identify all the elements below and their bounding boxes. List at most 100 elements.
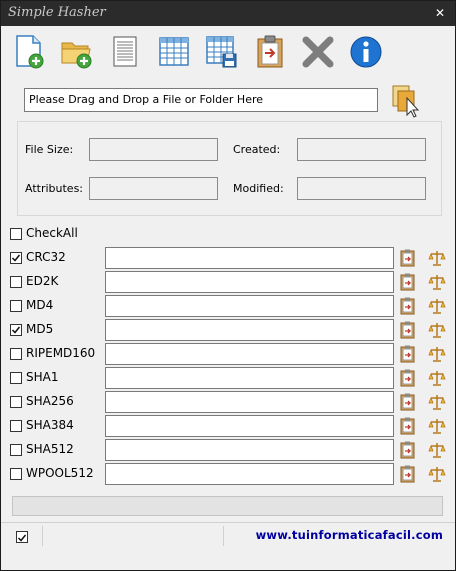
hash-row: SHA256 <box>10 391 450 413</box>
copy-icon[interactable] <box>400 345 416 363</box>
website-link[interactable]: www.tuinformaticafacil.com <box>256 528 443 542</box>
table-view-button[interactable] <box>157 34 191 70</box>
hash-row: SHA1 <box>10 367 450 389</box>
hash-row: WPOOL512 <box>10 463 450 485</box>
md4-output-field[interactable] <box>105 295 394 317</box>
table-icon <box>159 37 189 66</box>
checkall-label[interactable]: CheckAll <box>26 226 78 240</box>
wpool512-checkbox[interactable] <box>10 468 22 480</box>
copy-icon[interactable] <box>400 393 416 411</box>
md5-label[interactable]: MD5 <box>26 322 53 336</box>
created-label: Created: <box>233 143 281 156</box>
status-separator <box>42 526 43 546</box>
sha384-checkbox[interactable] <box>10 420 22 432</box>
sha1-output-field[interactable] <box>105 367 394 389</box>
compare-scale-icon[interactable] <box>428 393 446 411</box>
ripemd160-checkbox[interactable] <box>10 348 22 360</box>
save-table-button[interactable] <box>205 34 239 70</box>
wpool512-label[interactable]: WPOOL512 <box>26 466 94 480</box>
hash-row: SHA384 <box>10 415 450 437</box>
sha1-checkbox[interactable] <box>10 372 22 384</box>
sha512-output-field[interactable] <box>105 439 394 461</box>
md4-checkbox[interactable] <box>10 300 22 312</box>
crc32-label[interactable]: CRC32 <box>26 250 66 264</box>
text-report-button[interactable] <box>108 34 142 70</box>
compare-scale-icon[interactable] <box>428 273 446 291</box>
progress-bar <box>12 496 443 516</box>
created-field <box>297 138 426 161</box>
crc32-checkbox[interactable] <box>10 252 22 264</box>
copy-icon[interactable] <box>400 321 416 339</box>
sha384-label[interactable]: SHA384 <box>26 418 74 432</box>
sha256-label[interactable]: SHA256 <box>26 394 74 408</box>
attributes-label: Attributes: <box>25 182 84 195</box>
paste-clipboard-button[interactable] <box>253 34 287 70</box>
md5-checkbox[interactable] <box>10 324 22 336</box>
checkall-row: CheckAll <box>10 223 450 245</box>
crc32-output-field[interactable] <box>105 247 394 269</box>
sha1-label[interactable]: SHA1 <box>26 370 58 384</box>
md4-label[interactable]: MD4 <box>26 298 53 312</box>
hash-row: MD4 <box>10 295 450 317</box>
file-size-label: File Size: <box>25 143 74 156</box>
copy-icon[interactable] <box>400 273 416 291</box>
clipboard-icon <box>257 35 283 68</box>
drag-drop-icon[interactable] <box>390 84 424 118</box>
copy-icon[interactable] <box>400 465 416 483</box>
md5-output-field[interactable] <box>105 319 394 341</box>
clear-button[interactable] <box>301 34 335 70</box>
modified-label: Modified: <box>233 182 284 195</box>
ed2k-output-field[interactable] <box>105 271 394 293</box>
copy-icon[interactable] <box>400 441 416 459</box>
app-window: Simple Hasher ✕ Please Drag and Drop a F… <box>0 0 456 571</box>
attributes-field <box>89 177 218 200</box>
file-size-field <box>89 138 218 161</box>
copy-icon[interactable] <box>400 249 416 267</box>
close-button[interactable]: ✕ <box>425 1 455 26</box>
compare-scale-icon[interactable] <box>428 465 446 483</box>
hash-row: ED2K <box>10 271 450 293</box>
hash-row: MD5 <box>10 319 450 341</box>
delete-icon <box>302 36 334 68</box>
ripemd160-output-field[interactable] <box>105 343 394 365</box>
ripemd160-label[interactable]: RIPEMD160 <box>26 346 95 360</box>
modified-field <box>297 177 426 200</box>
compare-scale-icon[interactable] <box>428 369 446 387</box>
save-table-icon <box>206 36 237 68</box>
compare-scale-icon[interactable] <box>428 345 446 363</box>
stay-on-top-checkbox[interactable] <box>16 531 28 543</box>
open-folder-button[interactable] <box>60 34 94 70</box>
open-folder-icon <box>61 42 92 69</box>
info-icon <box>350 36 382 68</box>
sha384-output-field[interactable] <box>105 415 394 437</box>
sha256-checkbox[interactable] <box>10 396 22 408</box>
ed2k-label[interactable]: ED2K <box>26 274 58 288</box>
file-info-group: File Size: Created: Attributes: Modified… <box>17 121 442 216</box>
wpool512-output-field[interactable] <box>105 463 394 485</box>
compare-scale-icon[interactable] <box>428 321 446 339</box>
checkall-checkbox[interactable] <box>10 228 22 240</box>
hash-row: CRC32 <box>10 247 450 269</box>
status-bar: www.tuinformaticafacil.com <box>1 522 455 548</box>
sha512-label[interactable]: SHA512 <box>26 442 74 456</box>
hash-row: RIPEMD160 <box>10 343 450 365</box>
compare-scale-icon[interactable] <box>428 297 446 315</box>
new-file-icon <box>16 35 44 69</box>
hash-row: SHA512 <box>10 439 450 461</box>
compare-scale-icon[interactable] <box>428 417 446 435</box>
title-bar[interactable]: Simple Hasher ✕ <box>1 1 455 26</box>
drop-target-field[interactable]: Please Drag and Drop a File or Folder He… <box>24 88 378 112</box>
compare-scale-icon[interactable] <box>428 441 446 459</box>
window-title: Simple Hasher <box>8 5 106 20</box>
new-file-button[interactable] <box>12 34 46 70</box>
copy-icon[interactable] <box>400 297 416 315</box>
ed2k-checkbox[interactable] <box>10 276 22 288</box>
sha256-output-field[interactable] <box>105 391 394 413</box>
document-icon <box>113 36 137 67</box>
copy-icon[interactable] <box>400 369 416 387</box>
about-button[interactable] <box>349 34 383 70</box>
status-separator <box>223 526 224 546</box>
copy-icon[interactable] <box>400 417 416 435</box>
compare-scale-icon[interactable] <box>428 249 446 267</box>
sha512-checkbox[interactable] <box>10 444 22 456</box>
